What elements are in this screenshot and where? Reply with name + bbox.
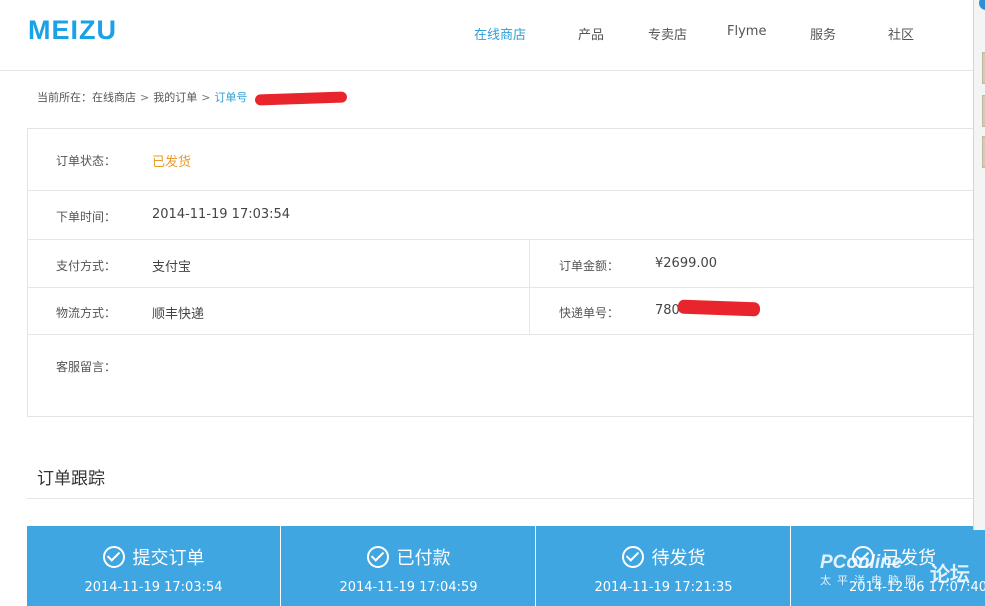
order-time-row: 下单时间： 2014-11-19 17:03:54 <box>28 191 985 240</box>
payment-method-label: 支付方式： <box>56 259 117 273</box>
meizu-logo[interactable]: MEIZU <box>28 15 117 46</box>
nav-community[interactable]: 社区 <box>888 24 914 43</box>
order-tracking-title: 订单跟踪 <box>37 469 105 489</box>
step-paid: 已付款 2014-11-19 17:04:59 <box>282 526 536 606</box>
redaction-mark <box>254 90 348 106</box>
order-time-value: 2014-11-19 17:03:54 <box>152 207 291 222</box>
watermark-forum: 论坛 <box>930 564 970 586</box>
step-title: 提交订单 <box>132 548 205 569</box>
shipping-row: 物流方式： 顺丰快递 快递单号： 780 <box>28 288 985 335</box>
step-time: 2014-11-19 17:03:54 <box>84 580 223 595</box>
step-title: 已付款 <box>396 548 451 569</box>
nav-stores[interactable]: 专卖店 <box>648 24 687 43</box>
nav-flyme[interactable]: Flyme <box>727 24 766 39</box>
order-amount-value: ¥2699.00 <box>655 256 718 271</box>
check-circle-icon <box>102 546 125 568</box>
nav-products[interactable]: 产品 <box>578 24 604 43</box>
remark-row: 客服留言： <box>28 335 985 416</box>
order-time-label: 下单时间： <box>56 210 117 224</box>
column-divider <box>529 240 530 287</box>
side-float-panel[interactable] <box>973 0 985 530</box>
watermark-brand: PConline <box>820 552 903 573</box>
payment-row: 支付方式： 支付宝 订单金额： ¥2699.00 <box>28 240 985 288</box>
shipping-method-label: 物流方式： <box>56 306 117 320</box>
column-divider <box>529 288 530 334</box>
step-time: 2014-11-19 17:21:35 <box>594 580 733 595</box>
nav-service[interactable]: 服务 <box>810 24 836 43</box>
info-icon[interactable] <box>979 0 985 10</box>
breadcrumb-separator: > <box>140 91 150 104</box>
check-circle-icon <box>366 546 389 568</box>
check-circle-icon <box>621 546 644 568</box>
breadcrumb-separator: > <box>201 91 211 104</box>
step-title: 待发货 <box>651 548 706 569</box>
section-divider <box>27 498 985 499</box>
step-awaiting-shipment: 待发货 2014-11-19 17:21:35 <box>537 526 791 606</box>
shipping-method-value: 顺丰快递 <box>152 307 205 322</box>
step-time: 2014-11-19 17:04:59 <box>339 580 478 595</box>
pconline-watermark: PConline 太平洋电脑网 论坛 <box>820 552 970 588</box>
breadcrumb-item-orders[interactable]: 我的订单 <box>153 91 197 104</box>
nav-online-store[interactable]: 在线商店 <box>474 24 526 43</box>
order-status-label: 订单状态： <box>56 154 117 168</box>
tracking-number-label: 快递单号： <box>559 306 620 320</box>
order-amount-label: 订单金额： <box>559 259 620 273</box>
order-status-value: 已发货 <box>152 155 192 170</box>
watermark-sub: 太平洋电脑网 <box>820 575 922 587</box>
breadcrumb-prefix: 当前所在： <box>37 91 92 104</box>
tracking-number-value: 780 <box>655 303 680 318</box>
site-header: MEIZU 在线商店 产品 专卖店 Flyme 服务 社区 <box>0 0 985 71</box>
breadcrumb-current: 订单号 <box>214 91 248 104</box>
payment-method-value: 支付宝 <box>152 260 192 275</box>
breadcrumb-item-store[interactable]: 在线商店 <box>92 91 136 104</box>
order-status-row: 订单状态： 已发货 <box>28 129 985 191</box>
customer-service-remark-label: 客服留言： <box>56 360 117 374</box>
order-info-panel: 订单状态： 已发货 下单时间： 2014-11-19 17:03:54 支付方式… <box>27 128 985 417</box>
redaction-mark <box>677 299 761 317</box>
breadcrumb: 当前所在：在线商店 > 我的订单 > 订单号 <box>37 89 348 106</box>
step-submitted: 提交订单 2014-11-19 17:03:54 <box>27 526 281 606</box>
